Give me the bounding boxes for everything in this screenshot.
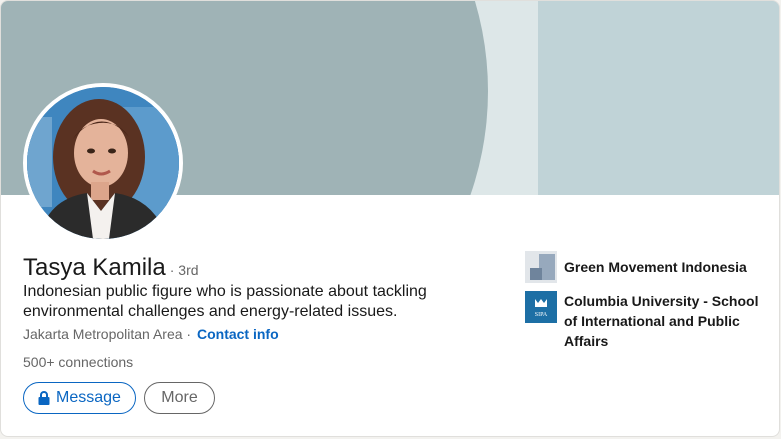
more-button[interactable]: More	[144, 382, 215, 414]
connections-count[interactable]: 500+ connections	[23, 354, 133, 370]
location-row: Jakarta Metropolitan Area · Contact info	[23, 326, 279, 342]
org-green-movement[interactable]: Green Movement Indonesia	[525, 251, 774, 283]
lock-icon	[38, 391, 50, 405]
svg-text:SIPA: SIPA	[535, 312, 548, 318]
profile-location: Jakarta Metropolitan Area ·	[23, 326, 192, 342]
message-button-label: Message	[56, 389, 121, 406]
org-name: Green Movement Indonesia	[564, 259, 747, 275]
profile-avatar[interactable]	[23, 83, 183, 243]
banner-right-panel	[538, 1, 779, 195]
columbia-sipa-logo: SIPA	[525, 291, 557, 323]
org-columbia-sipa[interactable]: SIPA Columbia University - School of Int…	[525, 291, 774, 351]
message-button[interactable]: Message	[23, 382, 136, 414]
org-name: Columbia University - School of Internat…	[564, 293, 759, 349]
contact-info-link[interactable]: Contact info	[197, 326, 279, 342]
green-movement-logo	[525, 251, 557, 283]
profile-headline: Indonesian public figure who is passiona…	[23, 283, 427, 320]
avatar-photo	[27, 87, 179, 239]
name-row: Tasya Kamila · 3rd	[23, 254, 199, 282]
more-button-label: More	[161, 389, 198, 406]
profile-card: Tasya Kamila · 3rd Indonesian public fig…	[0, 0, 780, 437]
profile-name: Tasya Kamila	[23, 254, 166, 281]
connection-degree: · 3rd	[169, 262, 199, 278]
